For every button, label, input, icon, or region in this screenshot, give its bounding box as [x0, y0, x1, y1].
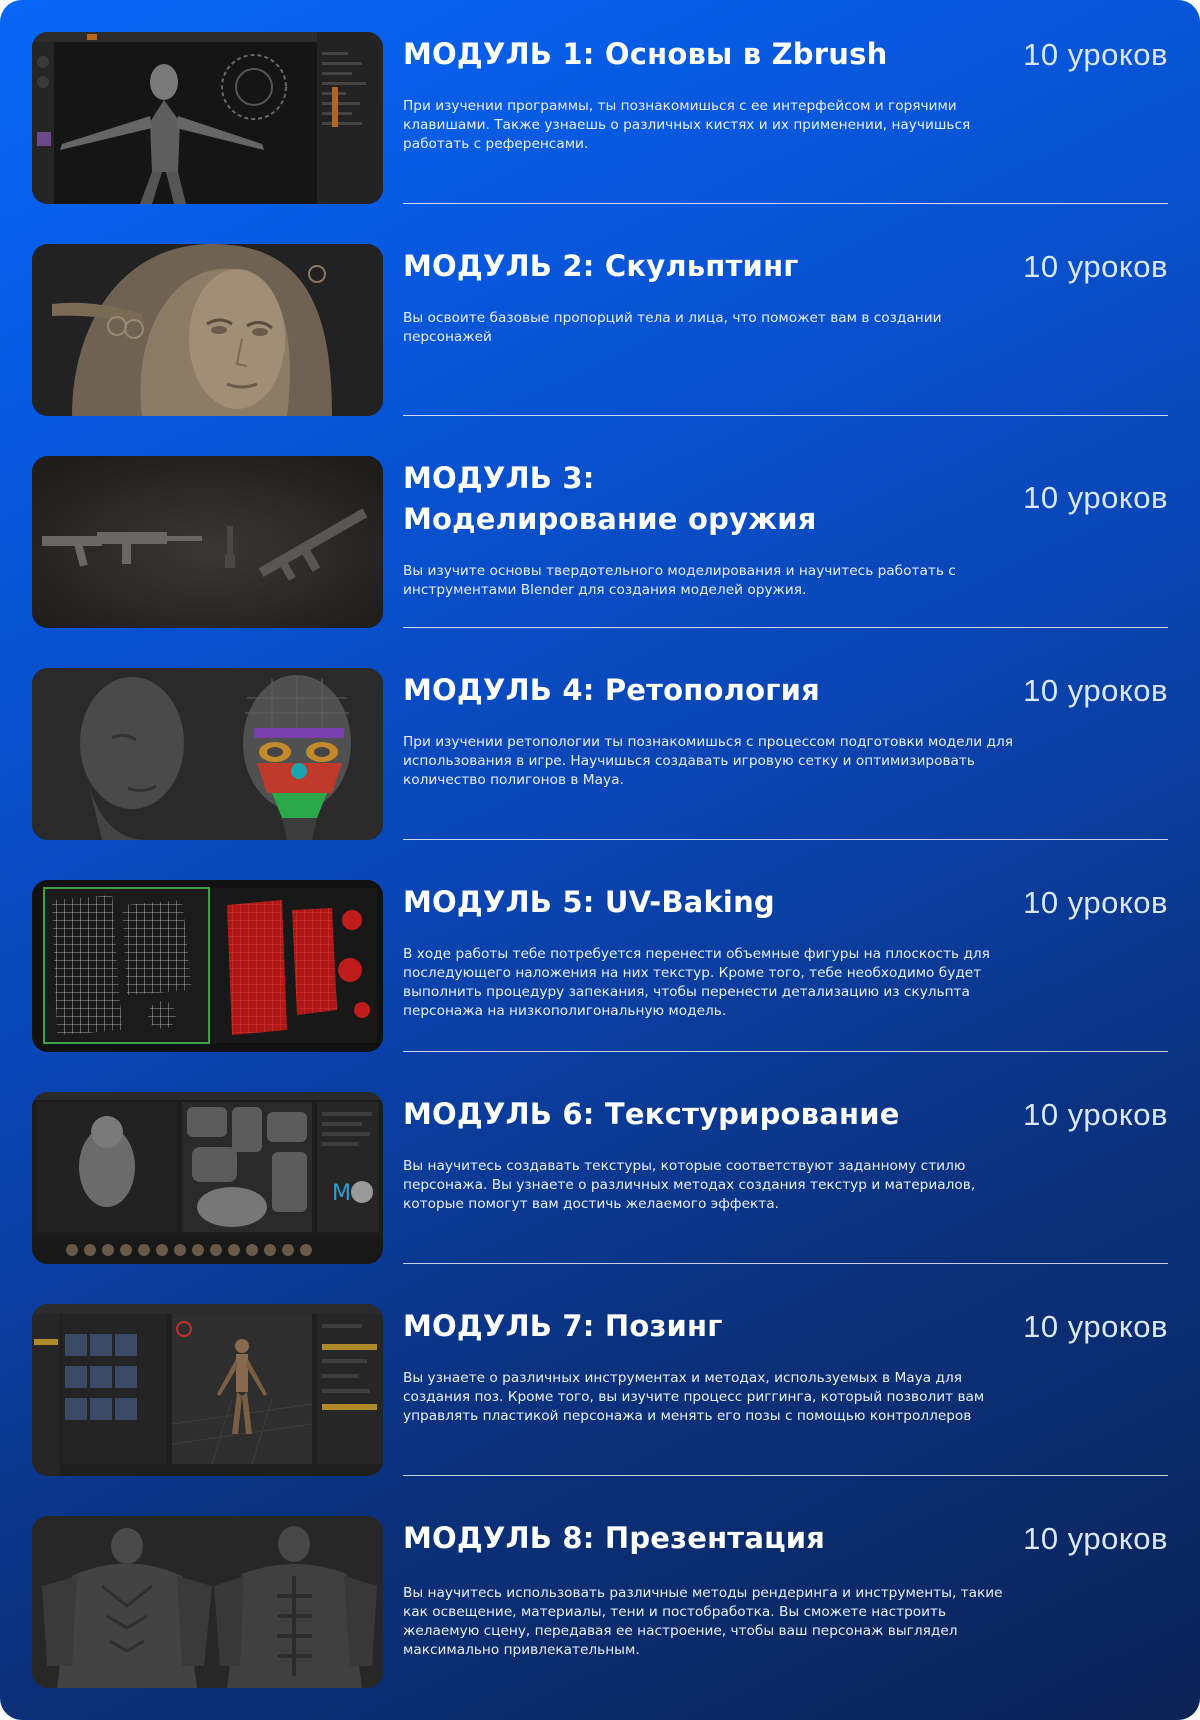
module-card-7: МОДУЛЬ 7: Позинг 10 уроков Вы узнаете о …: [32, 1304, 1168, 1516]
module-6-lessons: 10 уроков: [1023, 1097, 1168, 1132]
module-5-divider: [403, 1051, 1168, 1052]
module-3-title-line-2: Моделирование оружия: [403, 502, 817, 536]
module-7-title-line: МОДУЛЬ 7: Позинг: [403, 1309, 723, 1343]
module-7-title: МОДУЛЬ 7: Позинг: [403, 1306, 1023, 1347]
module-7-divider: [403, 1475, 1168, 1476]
module-5-description: В ходе работы тебе потребуется перенести…: [403, 946, 990, 1019]
module-6-description: Вы научитесь создавать текстуры, которые…: [403, 1158, 976, 1212]
module-2-description: Вы освоите базовые пропорций тела и лица…: [403, 310, 942, 345]
module-8-title-line: МОДУЛЬ 8: Презентация: [403, 1521, 826, 1555]
module-7-thumbnail: [32, 1304, 383, 1476]
module-card-3: МОДУЛЬ 3: Моделирование оружия 10 уроков…: [32, 456, 1168, 668]
module-2-title-line: МОДУЛЬ 2: Скульптинг: [403, 249, 799, 283]
module-1-description: При изучении программы, ты познакомишься…: [403, 98, 971, 152]
module-4-thumbnail: [32, 668, 383, 840]
module-8-lessons: 10 уроков: [1023, 1521, 1168, 1556]
module-5-thumbnail: [32, 880, 383, 1052]
module-7-description: Вы узнаете о различных инструментах и ме…: [403, 1370, 985, 1424]
module-card-8: МОДУЛЬ 8: Презентация 10 уроков Вы научи…: [32, 1516, 1168, 1720]
module-5-title: МОДУЛЬ 5: UV-Baking: [403, 882, 1023, 923]
module-3-lessons: 10 уроков: [1023, 480, 1168, 515]
module-1-lessons: 10 уроков: [1023, 37, 1168, 72]
module-6-title-line: МОДУЛЬ 6: Текстурирование: [403, 1097, 900, 1131]
module-2-lessons: 10 уроков: [1023, 249, 1168, 284]
module-3-title-line-1: МОДУЛЬ 3:: [403, 461, 595, 495]
module-3-description: Вы изучите основы твердотельного моделир…: [403, 563, 956, 598]
module-4-description: При изучении ретопологии ты познакомишьс…: [403, 734, 1014, 788]
module-4-lessons: 10 уроков: [1023, 673, 1168, 708]
module-3-divider: [403, 627, 1168, 628]
module-1-title: МОДУЛЬ 1: Основы в Zbrush: [403, 34, 1023, 75]
module-2-thumbnail: [32, 244, 383, 416]
module-5-lessons: 10 уроков: [1023, 885, 1168, 920]
module-8-title: МОДУЛЬ 8: Презентация: [403, 1518, 1023, 1559]
module-1-title-line: МОДУЛЬ 1: Основы в Zbrush: [403, 37, 888, 71]
module-1-thumbnail: [32, 32, 383, 204]
modules-panel: МОДУЛЬ 1: Основы в Zbrush 10 уроков При …: [0, 0, 1200, 1720]
module-7-lessons: 10 уроков: [1023, 1309, 1168, 1344]
module-5-title-line: МОДУЛЬ 5: UV-Baking: [403, 885, 775, 919]
module-card-5: МОДУЛЬ 5: UV-Baking 10 уроков В ходе раб…: [32, 880, 1168, 1092]
module-card-1: МОДУЛЬ 1: Основы в Zbrush 10 уроков При …: [32, 32, 1168, 244]
module-card-6: M МОДУЛЬ 6: Текстурирование 10 уроков Вы…: [32, 1092, 1168, 1304]
module-3-title: МОДУЛЬ 3: Моделирование оружия: [403, 458, 1023, 540]
module-card-2: МОДУЛЬ 2: Скульптинг 10 уроков Вы освоит…: [32, 244, 1168, 456]
module-3-thumbnail: [32, 456, 383, 628]
module-2-title: МОДУЛЬ 2: Скульптинг: [403, 246, 1023, 287]
module-4-title-line: МОДУЛЬ 4: Ретопология: [403, 673, 820, 707]
module-8-thumbnail: [32, 1516, 383, 1688]
module-2-divider: [403, 415, 1168, 416]
module-card-4: МОДУЛЬ 4: Ретопология 10 уроков При изуч…: [32, 668, 1168, 880]
module-4-divider: [403, 839, 1168, 840]
module-4-title: МОДУЛЬ 4: Ретопология: [403, 670, 1023, 711]
module-6-divider: [403, 1263, 1168, 1264]
module-1-divider: [403, 203, 1168, 204]
svg-text:M: M: [332, 1181, 351, 1206]
module-6-title: МОДУЛЬ 6: Текстурирование: [403, 1094, 1023, 1135]
module-8-description: Вы научитесь использовать различные мето…: [403, 1585, 1003, 1658]
module-6-thumbnail: M: [32, 1092, 383, 1264]
